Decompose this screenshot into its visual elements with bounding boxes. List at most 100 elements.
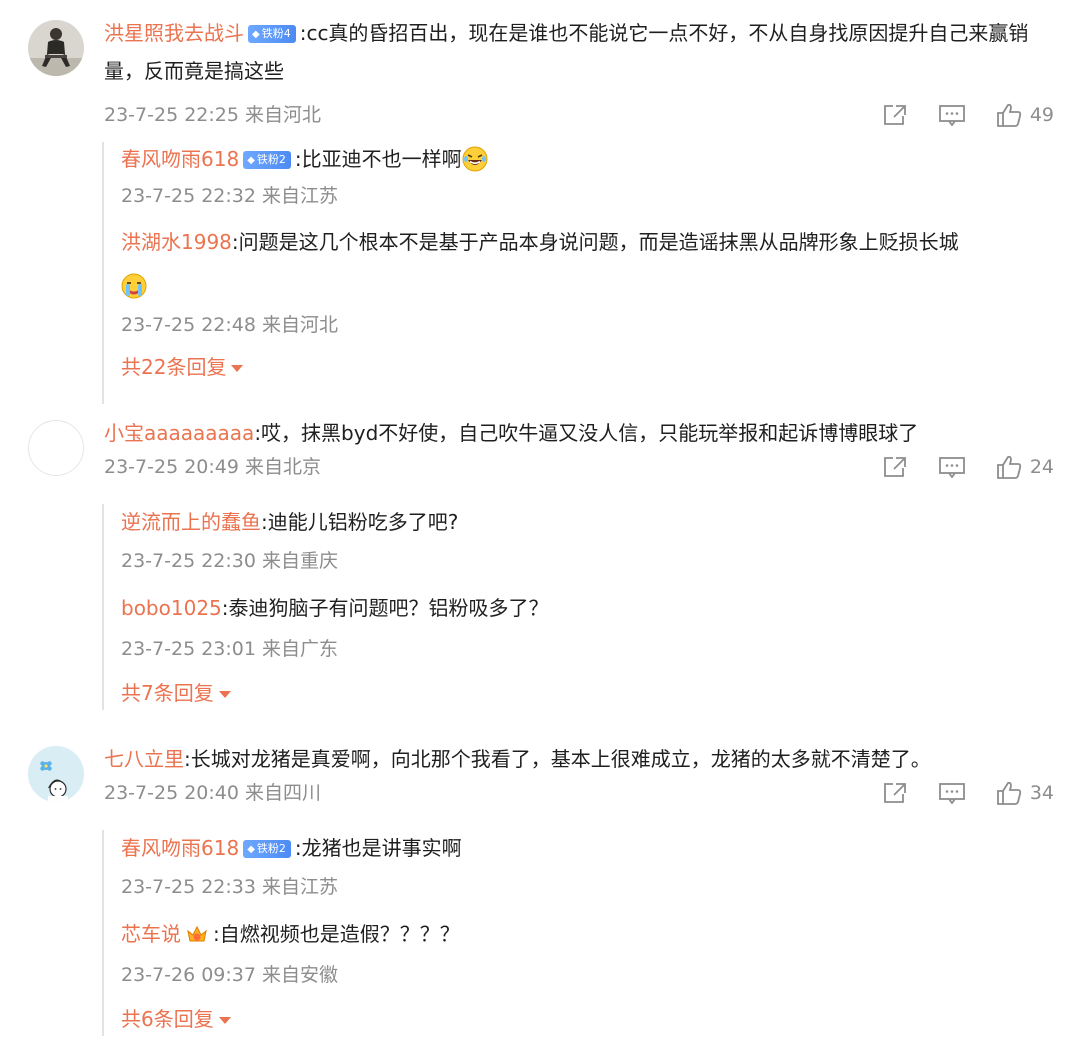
timestamp-location: 23-7-25 20:49 来自北京 (104, 456, 321, 478)
username[interactable]: 春风吻雨618 (121, 147, 239, 171)
reply-item: 春风吻雨618 ◆ 铁粉2:比亚迪不也一样啊 23-7-25 22:32 来自江苏 (121, 139, 1054, 227)
reply-content: :龙猪也是讲事实啊 (294, 836, 462, 860)
username[interactable]: 芯车说 (121, 922, 181, 946)
timestamp-location: 23-7-26 09:37 来自安徽 (121, 964, 338, 986)
timestamp-location: 23-7-25 22:30 来自重庆 (121, 550, 338, 572)
username[interactable]: 洪湖水1998 (121, 230, 232, 254)
reply-meta: 23-7-25 22:30 来自重庆 (121, 542, 1054, 580)
comment-actions: 34 (852, 774, 1054, 812)
more-replies-label: 共22条回复 (121, 355, 227, 379)
avatar[interactable] (28, 20, 84, 76)
username[interactable]: 逆流而上的蠢鱼 (121, 510, 261, 534)
comment-icon (938, 105, 965, 127)
like-count: 34 (1029, 782, 1054, 804)
username[interactable]: 小宝aaaaaaaaa (104, 421, 254, 445)
cartoon-boy-avatar-icon (28, 746, 84, 802)
reply-meta: 23-7-25 23:01 来自广东 (121, 630, 1054, 668)
diamond-icon: ◆ (247, 155, 255, 166)
diamond-icon: ◆ (252, 29, 260, 40)
reply-meta: 23-7-26 09:37 来自安徽 (121, 956, 1054, 994)
comment-icon (938, 457, 965, 479)
more-replies-label: 共7条回复 (121, 681, 214, 705)
reply-content: :比亚迪不也一样啊 (294, 147, 462, 171)
diamond-icon: ◆ (247, 844, 255, 855)
comment-text: 小宝aaaaaaaaa:哎，抹黑byd不好使，自己吹牛逼又没人信，只能玩举报和起… (104, 414, 1054, 452)
comment-content: :长城对龙猪是真爱啊，向北那个我看了，基本上很难成立，龙猪的太多就不清楚了。 (184, 747, 931, 771)
like-button[interactable]: 34 (996, 774, 1054, 812)
timestamp-location: 23-7-25 20:40 来自四川 (104, 782, 321, 804)
comment-content: :哎，抹黑byd不好使，自己吹牛逼又没人信，只能玩举报和起诉博博眼球了 (254, 421, 919, 445)
fan-badge-label: 铁粉4 (261, 27, 291, 40)
more-replies-button[interactable]: 共7条回复 (121, 676, 231, 710)
like-count: 49 (1029, 104, 1054, 126)
share-icon (883, 105, 906, 125)
crying-emoji-icon (121, 273, 147, 299)
fan-badge-label: 铁粉2 (256, 153, 286, 166)
reply-text: 洪湖水1998:问题是这几个根本不是基于产品本身说问题，而是造谣抹黑从品牌形象上… (121, 220, 1054, 308)
fan-badge-label: 铁粉2 (256, 842, 286, 855)
username[interactable]: 七八立里 (104, 747, 184, 771)
like-button[interactable]: 24 (996, 448, 1054, 486)
comment-actions: 24 (852, 448, 1054, 486)
timestamp-location: 23-7-25 22:33 来自江苏 (121, 876, 338, 898)
reply-meta: 23-7-25 22:33 来自江苏 (121, 868, 1054, 906)
username[interactable]: bobo1025 (121, 596, 222, 620)
timestamp-location: 23-7-25 22:48 来自河北 (121, 314, 338, 336)
reply-text: 芯车说 :自燃视频也是造假？？？？ (121, 914, 1054, 954)
reply-text: 逆流而上的蠢鱼:迪能儿铝粉吃多了吧? (121, 502, 1054, 542)
laughing-tears-emoji-icon (462, 146, 488, 172)
reply-content: :自燃视频也是造假？？？？ (213, 922, 460, 946)
thumbs-up-icon (996, 455, 1021, 479)
man-sitting-avatar-icon (28, 20, 84, 76)
reply-content: :问题是这几个根本不是基于产品本身说问题，而是造谣抹黑从品牌形象上贬损长城 (231, 230, 959, 254)
comment-button[interactable] (938, 781, 966, 805)
share-button[interactable] (882, 781, 908, 805)
chevron-down-icon (218, 691, 231, 698)
avatar[interactable] (28, 420, 84, 476)
chevron-down-icon (231, 365, 244, 372)
share-button[interactable] (882, 455, 908, 479)
reply-content: :迪能儿铝粉吃多了吧? (261, 510, 459, 534)
comment-meta: 23-7-25 22:25 来自河北 49 (104, 96, 1054, 134)
timestamp-location: 23-7-25 22:25 来自河北 (104, 104, 321, 126)
reply-thread: 春风吻雨618 ◆ 铁粉2:龙猪也是讲事实啊 23-7-25 22:33 来自江苏 … (102, 830, 1054, 1036)
avatar[interactable] (28, 746, 84, 802)
username[interactable]: 洪星照我去战斗 (104, 21, 244, 45)
reply-meta: 23-7-25 22:48 来自河北 (121, 306, 1054, 344)
share-button[interactable] (882, 103, 908, 127)
share-icon (883, 783, 906, 803)
reply-item: 洪湖水1998:问题是这几个根本不是基于产品本身说问题，而是造谣抹黑从品牌形象上… (121, 220, 1054, 356)
comment-button[interactable] (938, 455, 966, 479)
share-icon (883, 457, 906, 477)
chevron-down-icon (218, 1017, 231, 1024)
thumbs-up-icon (996, 781, 1021, 805)
thumbs-up-icon (996, 103, 1021, 127)
reply-item: 芯车说 :自燃视频也是造假？？？？ 23-7-26 09:37 来自安徽 (121, 914, 1054, 1006)
comment-button[interactable] (938, 103, 966, 127)
more-replies-button[interactable]: 共22条回复 (121, 350, 244, 384)
reply-thread: 春风吻雨618 ◆ 铁粉2:比亚迪不也一样啊 23-7-25 22:32 来自江苏 … (102, 142, 1054, 404)
username[interactable]: 春风吻雨618 (121, 836, 239, 860)
fan-badge[interactable]: ◆ 铁粉2 (243, 151, 291, 169)
comment-meta: 23-7-25 20:40 来自四川 34 (104, 774, 1054, 812)
comment-text: 七八立里:长城对龙猪是真爱啊，向北那个我看了，基本上很难成立，龙猪的太多就不清楚… (104, 740, 1054, 778)
like-count: 24 (1029, 456, 1054, 478)
reply-text: bobo1025:泰迪狗脑子有问题吧？铝粉吸多了？ (121, 588, 1054, 628)
comment-text: 洪星照我去战斗 ◆ 铁粉4:cc真的昏招百出，现在是谁也不能说它一点不好，不从自身找… (104, 14, 1054, 90)
reply-text: 春风吻雨618 ◆ 铁粉2:比亚迪不也一样啊 (121, 139, 1054, 179)
more-replies-button[interactable]: 共6条回复 (121, 1002, 231, 1036)
reply-item: bobo1025:泰迪狗脑子有问题吧？铝粉吸多了？ 23-7-25 23:01 … (121, 588, 1054, 680)
reply-text: 春风吻雨618 ◆ 铁粉2:龙猪也是讲事实啊 (121, 828, 1054, 868)
reply-item: 春风吻雨618 ◆ 铁粉2:龙猪也是讲事实啊 23-7-25 22:33 来自江苏 (121, 828, 1054, 918)
timestamp-location: 23-7-25 22:32 来自江苏 (121, 185, 338, 207)
fan-badge[interactable]: ◆ 铁粉4 (248, 25, 296, 43)
fan-badge[interactable]: ◆ 铁粉2 (243, 840, 291, 858)
like-button[interactable]: 49 (996, 96, 1054, 134)
reply-meta: 23-7-25 22:32 来自江苏 (121, 177, 1054, 215)
comment-meta: 23-7-25 20:49 来自北京 24 (104, 448, 1054, 486)
crown-icon (187, 925, 207, 942)
more-replies-label: 共6条回复 (121, 1007, 214, 1031)
reply-thread: 逆流而上的蠢鱼:迪能儿铝粉吃多了吧? 23-7-25 22:30 来自重庆 bo… (102, 504, 1054, 710)
timestamp-location: 23-7-25 23:01 来自广东 (121, 638, 338, 660)
comment-icon (938, 783, 965, 805)
